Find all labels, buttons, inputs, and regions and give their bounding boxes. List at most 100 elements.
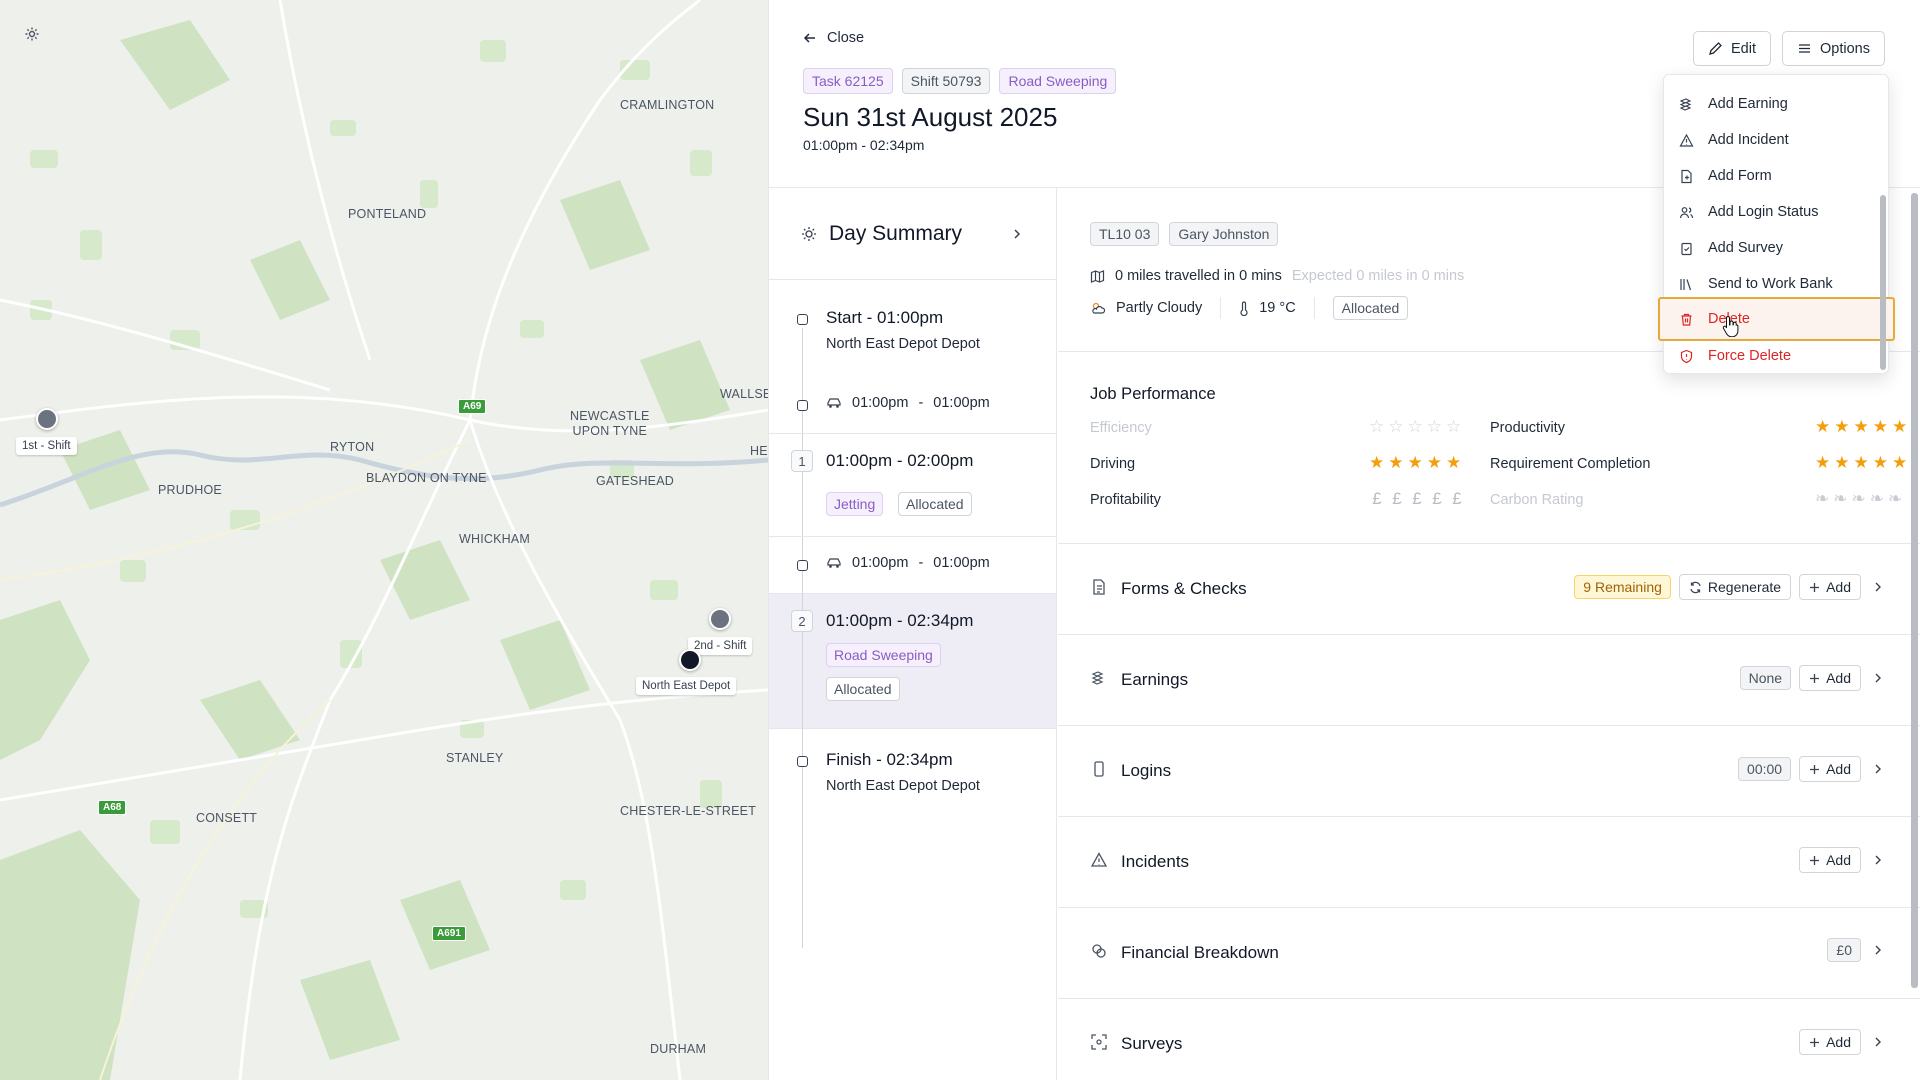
start-label: Start - 01:00pm <box>826 308 944 327</box>
map-place-label: CHESTER-LE-STREET <box>620 804 757 818</box>
day-summary-header[interactable]: Day Summary <box>769 188 1056 280</box>
finish-label: Finish - 02:34pm <box>826 750 953 769</box>
road-number-badge: A69 <box>458 399 487 414</box>
job-status-tag: Allocated <box>898 492 972 516</box>
star-filled-icon: ★ <box>1815 453 1831 472</box>
menu-item-add-survey[interactable]: Add Survey <box>1664 231 1884 265</box>
add-incident-button[interactable]: Add <box>1799 847 1861 873</box>
chevron-right-icon[interactable] <box>1869 851 1887 869</box>
logins-actions: 00:00 Add <box>1738 756 1887 782</box>
map-place-label: GATESHEAD <box>596 474 674 488</box>
chevron-right-icon[interactable] <box>1869 669 1887 687</box>
chevron-right-icon[interactable] <box>1869 1033 1887 1051</box>
map-place-label: STANLEY <box>446 751 504 765</box>
add-survey-button[interactable]: Add <box>1799 1029 1861 1055</box>
depot-marker[interactable] <box>679 649 701 671</box>
chevron-right-icon[interactable] <box>1869 941 1887 959</box>
surveys-section[interactable]: Surveys Add <box>1058 999 1920 1080</box>
vehicle-chip: TL10 03 <box>1090 222 1160 246</box>
financial-title: Financial Breakdown <box>1121 943 1279 962</box>
travel-row: 01:00pm - 01:00pm <box>826 395 990 411</box>
users-icon <box>1679 206 1694 218</box>
surveys-title: Surveys <box>1121 1034 1183 1053</box>
panel-scrollbar[interactable] <box>1911 193 1918 988</box>
menu-item-add-form[interactable]: Add Form <box>1664 159 1884 193</box>
map-view[interactable]: CRAMLINGTON PONTELAND WALLSE NEWCASTLE U… <box>0 0 768 1080</box>
earnings-section[interactable]: Earnings None Add <box>1058 635 1920 726</box>
car-icon <box>827 558 841 568</box>
miles-text: 0 miles travelled in 0 mins <box>1115 268 1282 284</box>
add-label: Add <box>1826 761 1851 777</box>
close-button[interactable]: Close <box>803 30 864 46</box>
job-type-tag: Road Sweeping <box>999 68 1117 94</box>
menu-item-add-earning[interactable]: Add Earning <box>1664 87 1884 121</box>
plus-icon <box>1810 1037 1820 1047</box>
chevron-right-icon[interactable] <box>1869 760 1887 778</box>
add-login-button[interactable]: Add <box>1799 756 1861 782</box>
hand-cursor-icon <box>1722 315 1739 337</box>
profitability-rating: £ £ £ £ £ <box>1369 490 1465 508</box>
star-empty-icon: ☆ <box>1407 417 1423 436</box>
driving-label: Driving <box>1090 456 1136 472</box>
map-place-label: DURHAM <box>650 1042 707 1056</box>
financial-breakdown-section[interactable]: Financial Breakdown £0 <box>1058 908 1920 999</box>
travel-to: 01:00pm <box>933 395 990 411</box>
incidents-section[interactable]: Incidents Add <box>1058 817 1920 908</box>
pound-icon: £ <box>1372 489 1382 508</box>
forms-checks-section[interactable]: Forms & Checks 9 Remaining Regenerate Ad… <box>1058 544 1920 635</box>
page-title: Sun 31st August 2025 <box>803 102 1058 132</box>
divider <box>769 433 1056 434</box>
shift-marker[interactable] <box>709 608 731 630</box>
menu-scrollbar[interactable] <box>1880 195 1886 370</box>
menu-item-add-incident[interactable]: Add Incident <box>1664 123 1884 157</box>
menu-item-force-delete[interactable]: Force Delete <box>1664 339 1884 373</box>
logins-value: 00:00 <box>1738 757 1792 781</box>
leaf-icon: ❧ <box>1888 489 1903 508</box>
earnings-value: None <box>1739 666 1792 690</box>
options-button[interactable]: Options <box>1782 31 1885 66</box>
star-filled-icon: ★ <box>1388 453 1404 472</box>
star-filled-icon: ★ <box>1853 453 1869 472</box>
conditions-row: Partly Cloudy 19 °C Allocated <box>1090 296 1409 320</box>
add-form-button[interactable]: Add <box>1799 574 1861 600</box>
menu-item-label: Send to Work Bank <box>1708 276 1833 292</box>
regenerate-button[interactable]: Regenerate <box>1678 574 1792 600</box>
menu-item-send-to-work-bank[interactable]: Send to Work Bank <box>1664 267 1884 301</box>
edit-button[interactable]: Edit <box>1693 31 1771 66</box>
job-performance-title: Job Performance <box>1090 385 1216 403</box>
map-place-label: WHICKHAM <box>459 532 531 546</box>
job-type-tag: Road Sweeping <box>826 643 941 667</box>
road-number-badge: A691 <box>432 926 466 941</box>
travel-from: 01:00pm <box>852 395 909 411</box>
travel-row: 01:00pm - 01:00pm <box>826 555 990 571</box>
star-filled-icon: ★ <box>1426 453 1442 472</box>
map-place-label: BLAYDON ON TYNE <box>366 471 487 485</box>
chevron-right-icon[interactable] <box>1869 578 1887 596</box>
car-icon <box>827 398 841 408</box>
leaf-icon: ❧ <box>1815 489 1830 508</box>
shift-marker[interactable] <box>36 408 58 430</box>
options-label: Options <box>1820 40 1870 57</box>
menu-item-add-login-status[interactable]: Add Login Status <box>1664 195 1884 229</box>
star-filled-icon: ★ <box>1446 453 1462 472</box>
map-canvas[interactable] <box>0 0 768 1080</box>
map-settings-button[interactable] <box>18 20 46 48</box>
add-label: Add <box>1826 579 1851 595</box>
pencil-icon <box>1709 42 1722 55</box>
logins-section[interactable]: Logins 00:00 Add <box>1058 726 1920 817</box>
financial-actions: £0 <box>1827 938 1887 962</box>
chevron-right-icon[interactable] <box>1010 227 1024 241</box>
day-summary-title: Day Summary <box>829 221 963 245</box>
add-earning-button[interactable]: Add <box>1799 665 1861 691</box>
pound-icon: £ <box>1452 489 1462 508</box>
travel-to: 01:00pm <box>933 555 990 571</box>
shift-marker-label: 1st - Shift <box>16 437 77 455</box>
star-filled-icon: ★ <box>1872 453 1888 472</box>
job-type-tag: Jetting <box>826 492 884 516</box>
warning-icon <box>1090 852 1108 867</box>
efficiency-rating: ☆ ☆ ☆ ☆ ☆ <box>1369 418 1461 436</box>
timeline-node <box>797 314 808 325</box>
status-badge: Allocated <box>1332 296 1409 320</box>
menu-item-delete[interactable]: Delete <box>1658 297 1895 341</box>
divider <box>1220 297 1222 319</box>
